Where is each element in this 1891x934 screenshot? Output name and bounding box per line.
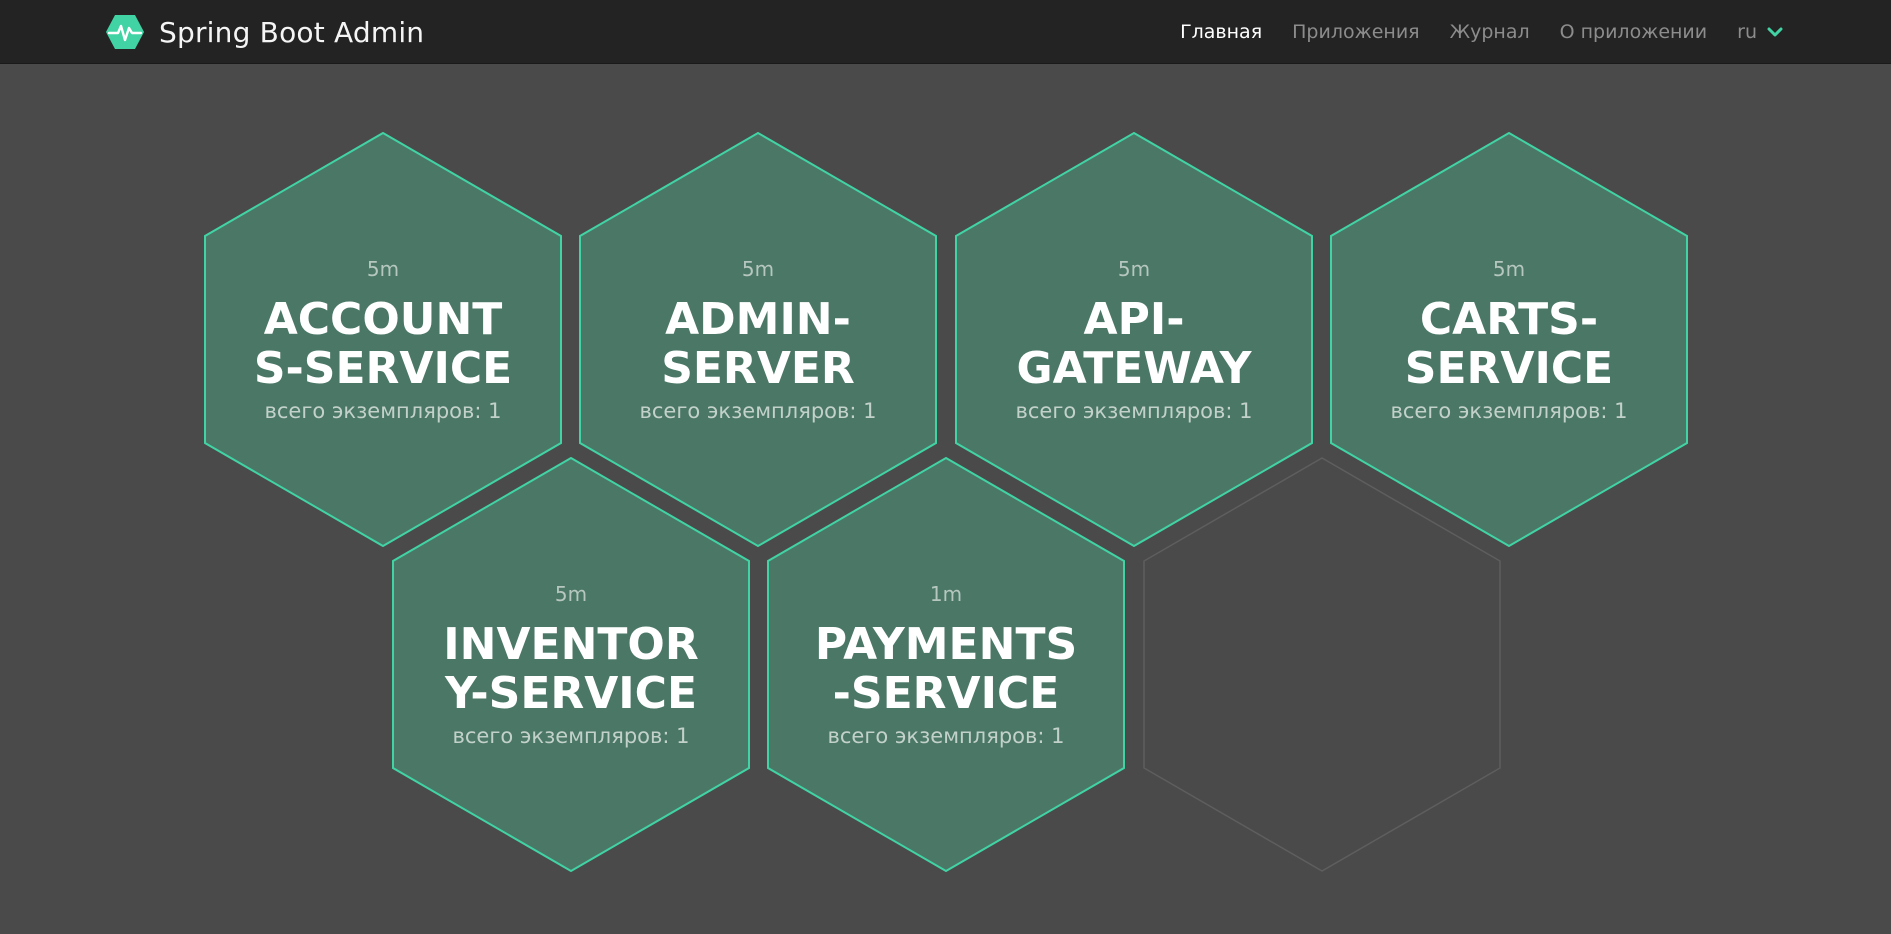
hexagon-shape [392,457,750,872]
applications-hex-grid: 5m ACCOUNTS-​SERVICE всего экземпляров: 15… [0,0,1891,934]
application-hex[interactable]: 5m INVENTORY-​SERVICE всего экземпляров: 1 [391,457,751,872]
application-hex[interactable]: 1m PAYMENTS-​SERVICE всего экземпляров: 1 [766,457,1126,872]
empty-hex-slot [1142,457,1502,872]
hexagon-shape [1143,457,1501,872]
hexagon-shape [767,457,1125,872]
